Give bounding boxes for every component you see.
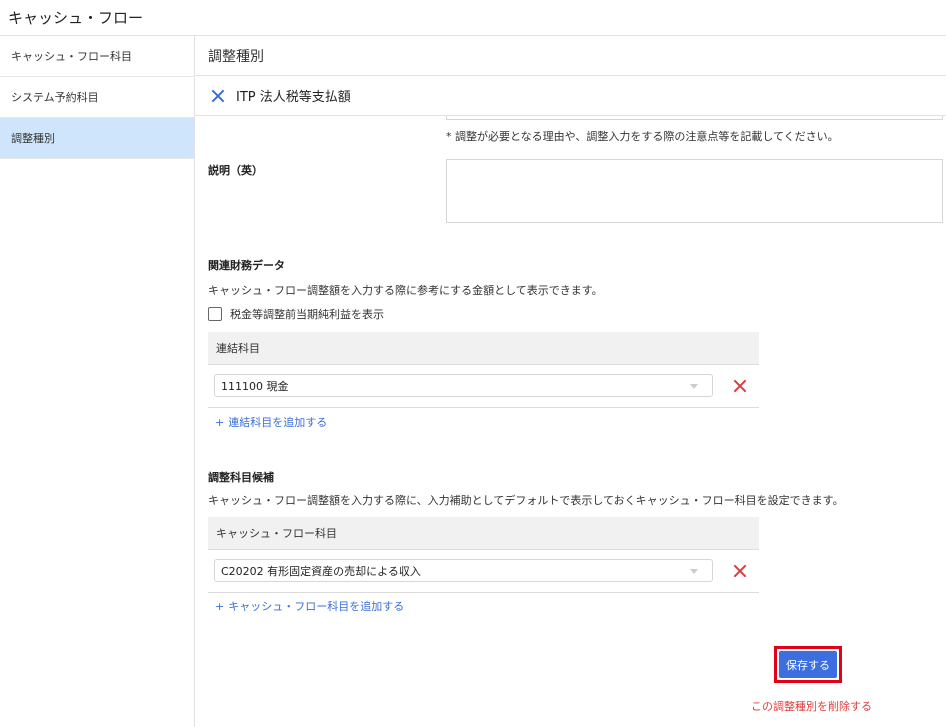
show-pretax-income-label: 税金等調整前当期純利益を表示 [230,308,384,321]
table-row: C20202 有形固定資産の売却による収入 [208,550,759,593]
sidebar-item-system-reserved-accounts[interactable]: システム予約科目 [0,77,194,118]
related-financial-description: キャッシュ・フロー調整額を入力する際に参考にする金額として表示できます。 [208,284,603,297]
add-cash-flow-account-link[interactable]: + キャッシュ・フロー科目を追加する [215,598,404,614]
show-pretax-income-checkbox-row[interactable]: 税金等調整前当期純利益を表示 [208,306,384,322]
section-title: 調整種別 [195,36,946,76]
add-cash-flow-account-label: キャッシュ・フロー科目を追加する [228,600,405,613]
close-icon[interactable] [211,89,225,103]
sidebar-item-cash-flow-accounts[interactable]: キャッシュ・フロー科目 [0,36,194,77]
app-header: キャッシュ・フロー [0,0,946,36]
save-button-highlight: 保存する [774,646,842,683]
adjustment-candidates-title: 調整科目候補 [208,471,274,484]
sidebar-item-label: キャッシュ・フロー科目 [11,50,132,63]
delete-adjustment-type-link[interactable]: この調整種別を削除する [751,698,872,714]
description-textarea[interactable] [446,116,943,120]
adjustment-candidates-description: キャッシュ・フロー調整額を入力する際に、入力補助としてデフォルトで表示しておくキ… [208,494,844,507]
main-panel: 調整種別 ITP 法人税等支払額 * 調整が必要となる理由や、調整入力をする際の… [195,36,946,727]
cash-flow-accounts-header: キャッシュ・フロー科目 [208,517,759,550]
table-row: 111100 現金 [208,365,759,408]
item-title: ITP 法人税等支払額 [236,90,351,105]
cash-flow-account-value: C20202 有形固定資産の売却による収入 [221,564,421,578]
cash-flow-accounts-table: キャッシュ・フロー科目 C20202 有形固定資産の売却による収入 [208,517,759,593]
add-consolidated-account-label: 連結科目を追加する [228,416,328,429]
app-title: キャッシュ・フロー [8,9,144,27]
save-button[interactable]: 保存する [779,651,837,678]
delete-icon[interactable] [733,379,747,393]
section-title-text: 調整種別 [208,48,264,65]
chevron-down-icon [690,569,698,574]
description-hint: * 調整が必要となる理由や、調整入力をする際の注意点等を記載してください。 [446,130,839,143]
sidebar-item-label: 調整種別 [11,132,55,145]
sidebar-item-label: システム予約科目 [11,91,99,104]
plus-icon: + [215,416,225,429]
delete-icon[interactable] [733,564,747,578]
item-title-bar: ITP 法人税等支払額 [195,76,946,116]
description-en-textarea[interactable] [446,159,943,223]
consolidated-account-value: 111100 現金 [221,379,289,393]
related-financial-title: 関連財務データ [208,259,285,272]
sidebar-item-adjustment-types[interactable]: 調整種別 [0,118,194,159]
cash-flow-account-select[interactable]: C20202 有形固定資産の売却による収入 [214,559,713,582]
chevron-down-icon [690,384,698,389]
description-en-label: 説明（英） [208,164,263,177]
plus-icon: + [215,600,225,613]
show-pretax-income-checkbox[interactable] [208,307,222,321]
consolidated-accounts-table: 連結科目 111100 現金 [208,332,759,408]
consolidated-account-select[interactable]: 111100 現金 [214,374,713,397]
consolidated-accounts-header: 連結科目 [208,332,759,365]
sidebar: キャッシュ・フロー科目 システム予約科目 調整種別 [0,36,195,727]
add-consolidated-account-link[interactable]: + 連結科目を追加する [215,414,327,430]
